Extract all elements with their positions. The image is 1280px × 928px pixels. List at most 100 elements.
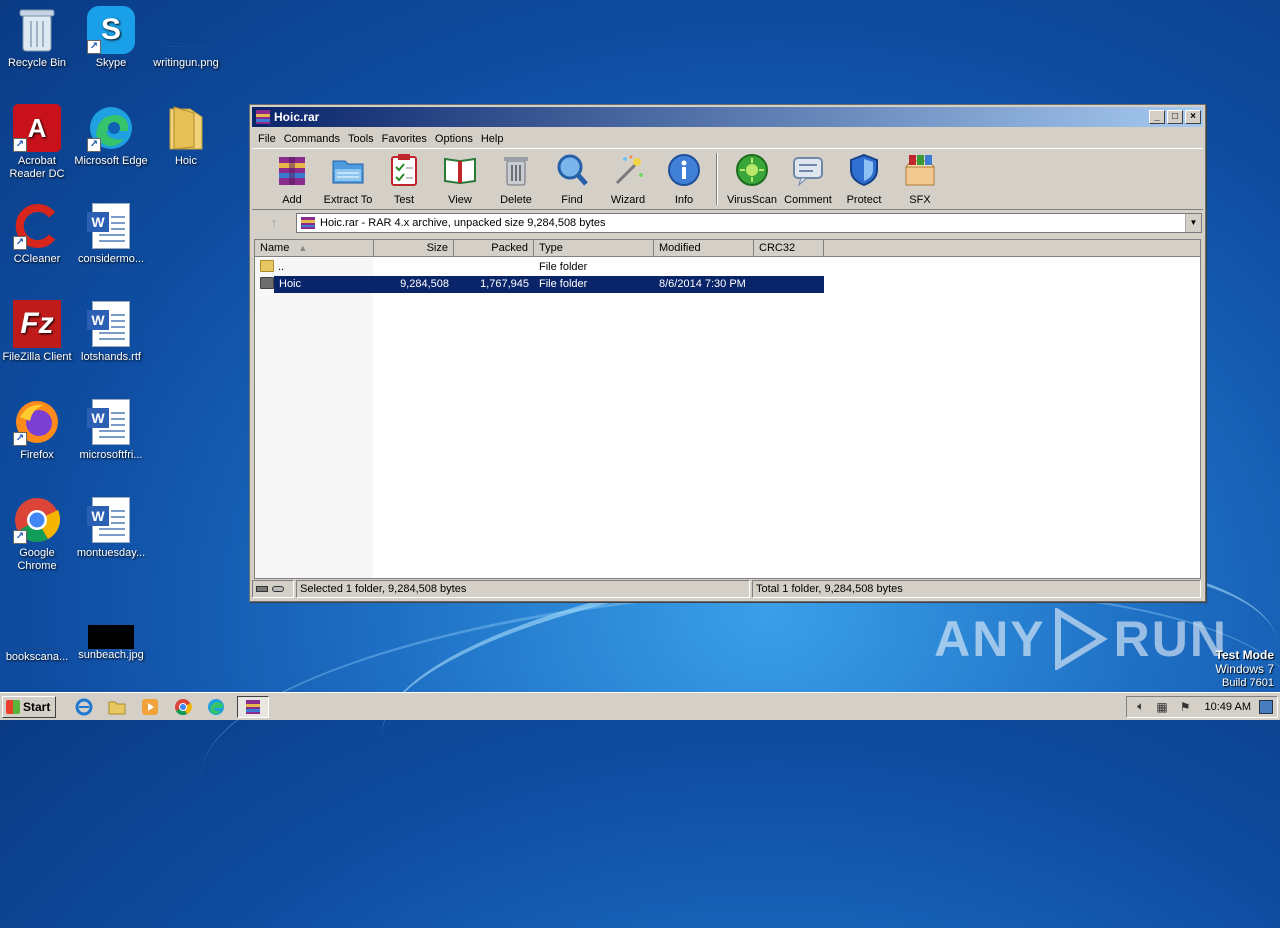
column-crc32[interactable]: CRC32 — [754, 240, 824, 257]
filezilla-icon: Fz — [13, 300, 61, 348]
word-document-icon: W — [87, 496, 135, 544]
shortcut-arrow-icon: ↗ — [13, 138, 27, 152]
winrar-taskbar-icon[interactable] — [237, 695, 269, 718]
list-item[interactable]: .. File folder — [255, 259, 824, 276]
shortcut-arrow-icon: ↗ — [13, 432, 27, 446]
show-desktop-icon[interactable] — [1259, 699, 1273, 714]
media-player-icon[interactable] — [138, 696, 162, 718]
sfx-box-icon — [904, 155, 936, 186]
extract-to-button[interactable]: Extract To — [320, 153, 376, 206]
shortcut-arrow-icon: ↗ — [87, 40, 101, 54]
test-clipboard-icon — [391, 154, 417, 186]
desktop-icon-skype[interactable]: S ↗ Skype — [74, 6, 148, 70]
comment-icon — [793, 157, 823, 187]
wizard-button[interactable]: Wizard — [600, 153, 656, 206]
desktop-icon-acrobat[interactable]: A ↗ Acrobat Reader DC — [0, 104, 74, 181]
menu-bar: File Commands Tools Favorites Options He… — [250, 129, 1205, 148]
column-type[interactable]: Type — [534, 240, 654, 257]
desktop-icon-firefox[interactable]: ↗ Firefox — [0, 398, 74, 462]
action-center-flag-icon[interactable]: ⚑ — [1180, 700, 1191, 714]
shortcut-arrow-icon: ↗ — [87, 138, 101, 152]
test-mode-text: Test Mode Windows 7 Build 7601 — [1215, 648, 1274, 689]
column-modified[interactable]: Modified — [654, 240, 754, 257]
ccleaner-icon: ↗ — [13, 202, 61, 250]
desktop-icon-sunbeach[interactable]: sunbeach.jpg — [74, 610, 148, 662]
column-name[interactable]: Name ▲ — [255, 240, 374, 257]
menu-favorites[interactable]: Favorites — [378, 133, 431, 145]
anyrun-watermark: ANY RUN — [934, 608, 1228, 670]
desktop-icon-chrome[interactable]: ↗ Google Chrome — [0, 496, 74, 573]
shortcut-arrow-icon: ↗ — [13, 236, 27, 250]
file-list: Name ▲ Size Packed Type Modified CRC32 .… — [254, 239, 1201, 579]
drive-icon — [256, 586, 268, 592]
status-bar: Selected 1 folder, 9,284,508 bytes Total… — [252, 579, 1203, 599]
image-thumbnail-icon — [162, 6, 210, 54]
address-bar-row: ↑ Hoic.rar - RAR 4.x archive, unpacked s… — [250, 211, 1205, 235]
info-button[interactable]: Info — [656, 153, 712, 206]
firefox-icon: ↗ — [13, 398, 61, 446]
extract-folder-icon — [332, 160, 364, 184]
maximize-button[interactable]: □ — [1167, 110, 1183, 124]
recycle-bin-icon — [13, 6, 61, 54]
menu-file[interactable]: File — [254, 133, 280, 145]
virusscan-button[interactable]: VirusScan — [724, 153, 780, 206]
desktop-icon-writingun[interactable]: writingun.png — [149, 6, 223, 70]
folder-icon — [260, 260, 274, 272]
edge-icon[interactable] — [204, 696, 228, 718]
desktop-icon-lotshands[interactable]: W lotshands.rtf — [74, 300, 148, 364]
desktop-icon-montuesday[interactable]: W montuesday... — [74, 496, 148, 560]
desktop-icon-filezilla[interactable]: Fz FileZilla Client — [0, 300, 74, 364]
chrome-icon[interactable] — [171, 696, 195, 718]
column-size[interactable]: Size — [374, 240, 454, 257]
sfx-button[interactable]: SFX — [892, 153, 948, 206]
up-arrow-icon[interactable]: ↑ — [252, 213, 296, 233]
desktop-icon-ccleaner[interactable]: ↗ CCleaner — [0, 202, 74, 266]
desktop-icon-considermo[interactable]: W considermo... — [74, 202, 148, 266]
find-button[interactable]: Find — [544, 153, 600, 206]
status-total: Total 1 folder, 9,284,508 bytes — [752, 580, 1201, 598]
menu-commands[interactable]: Commands — [280, 133, 344, 145]
shield-icon — [850, 153, 878, 187]
menu-options[interactable]: Options — [431, 133, 477, 145]
title-bar[interactable]: Hoic.rar _ □ × — [252, 107, 1203, 127]
internet-explorer-icon[interactable] — [72, 696, 96, 718]
toolbar: Add Extract To Test View Delete Find Wiz… — [252, 148, 1203, 210]
minimize-button[interactable]: _ — [1149, 110, 1165, 124]
desktop-icon-recycle-bin[interactable]: Recycle Bin — [0, 6, 74, 70]
delete-button[interactable]: Delete — [488, 153, 544, 206]
network-icon[interactable]: ▦ — [1156, 700, 1167, 714]
menu-tools[interactable]: Tools — [344, 133, 378, 145]
magnifier-icon — [557, 154, 588, 186]
desktop-icon-microsoftfri[interactable]: W microsoftfri... — [74, 398, 148, 462]
winrar-window: Hoic.rar _ □ × File Commands Tools Favor… — [249, 104, 1206, 602]
drive-icons[interactable] — [252, 580, 294, 598]
view-button[interactable]: View — [432, 153, 488, 206]
comment-button[interactable]: Comment — [780, 153, 836, 206]
desktop-icon-edge[interactable]: ↗ Microsoft Edge — [74, 104, 148, 168]
desktop-icon-bookscana[interactable]: bookscana... — [0, 610, 74, 664]
shortcut-arrow-icon: ↗ — [13, 530, 27, 544]
wizard-wand-icon — [615, 155, 643, 185]
chrome-icon: ↗ — [13, 496, 61, 544]
word-document-icon: W — [87, 202, 135, 250]
column-packed[interactable]: Packed — [454, 240, 534, 257]
list-item-selected[interactable]: Hoic 9,284,508 1,767,945 File folder 8/6… — [255, 276, 824, 293]
system-tray: 🔈︎ ▦ ⚑ 10:49 AM — [1126, 695, 1278, 718]
test-button[interactable]: Test — [376, 153, 432, 206]
close-button[interactable]: × — [1185, 110, 1201, 124]
clock[interactable]: 10:49 AM — [1205, 701, 1251, 713]
chevron-down-icon[interactable]: ▼ — [1185, 214, 1201, 232]
start-button[interactable]: Start — [2, 695, 56, 718]
address-bar[interactable]: Hoic.rar - RAR 4.x archive, unpacked siz… — [296, 213, 1202, 233]
protect-button[interactable]: Protect — [836, 153, 892, 206]
menu-help[interactable]: Help — [477, 133, 508, 145]
sorted-column-shade — [255, 258, 373, 578]
desktop-icon-hoic-folder[interactable]: Hoic — [149, 104, 223, 168]
file-thumbnail-icon — [13, 610, 61, 658]
acrobat-icon: A ↗ — [13, 104, 61, 152]
volume-icon[interactable]: 🔈︎ — [1137, 699, 1144, 714]
add-button[interactable]: Add — [264, 153, 320, 206]
explorer-folder-icon[interactable] — [105, 696, 129, 718]
archive-icon — [301, 217, 315, 229]
image-thumbnail-icon — [87, 610, 135, 658]
